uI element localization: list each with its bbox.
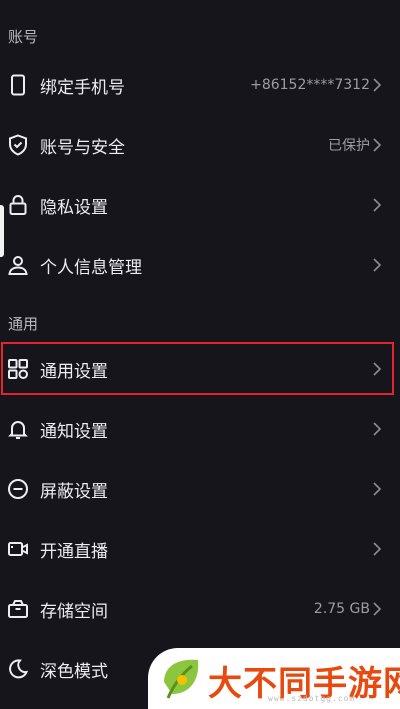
row-storage[interactable]: 存储空间 2.75 GB <box>0 580 400 638</box>
chevron-right-icon <box>373 542 382 556</box>
row-label: 开通直播 <box>40 541 108 562</box>
section-header-general: 通用 <box>8 315 39 333</box>
person-icon <box>6 253 30 277</box>
row-bind-phone[interactable]: 绑定手机号 +86152****7312 <box>0 56 400 114</box>
chevron-right-icon <box>373 78 382 92</box>
row-block-settings[interactable]: 屏蔽设置 <box>0 460 400 518</box>
row-label: 屏蔽设置 <box>40 481 108 502</box>
row-label: 隐私设置 <box>40 197 108 218</box>
row-label: 存储空间 <box>40 601 108 622</box>
chevron-right-icon <box>373 602 382 616</box>
video-camera-icon <box>6 537 30 561</box>
row-account-security[interactable]: 账号与安全 已保护 <box>0 116 400 174</box>
block-icon <box>6 477 30 501</box>
section-header-account: 账号 <box>8 28 39 46</box>
shield-check-icon <box>6 133 30 157</box>
lock-icon <box>6 193 30 217</box>
watermark-url: www.szdbtgg.com <box>268 694 356 703</box>
chevron-right-icon <box>373 422 382 436</box>
leaf-logo-icon <box>164 659 199 699</box>
storage-icon <box>6 597 30 621</box>
row-label: 通知设置 <box>40 421 108 442</box>
row-notification-settings[interactable]: 通知设置 <box>0 400 400 458</box>
chevron-right-icon <box>373 198 382 212</box>
row-value: 已保护 <box>328 138 370 154</box>
row-value: +86152****7312 <box>250 77 370 93</box>
bell-icon <box>6 417 30 441</box>
row-label: 账号与安全 <box>40 137 125 158</box>
chevron-right-icon <box>373 482 382 496</box>
row-label: 个人信息管理 <box>40 257 142 278</box>
watermark: 大不同手游网 www.szdbtgg.com <box>148 648 400 709</box>
highlight-box <box>1 342 394 395</box>
moon-icon <box>6 657 30 681</box>
row-label: 深色模式 <box>40 661 108 682</box>
row-value: 2.75 GB <box>313 601 370 617</box>
chevron-right-icon <box>373 138 382 152</box>
row-personal-info[interactable]: 个人信息管理 <box>0 236 400 294</box>
row-label: 绑定手机号 <box>40 77 125 98</box>
row-privacy-settings[interactable]: 隐私设置 <box>0 176 400 234</box>
row-start-live[interactable]: 开通直播 <box>0 520 400 578</box>
chevron-right-icon <box>373 258 382 272</box>
phone-icon <box>6 73 30 97</box>
